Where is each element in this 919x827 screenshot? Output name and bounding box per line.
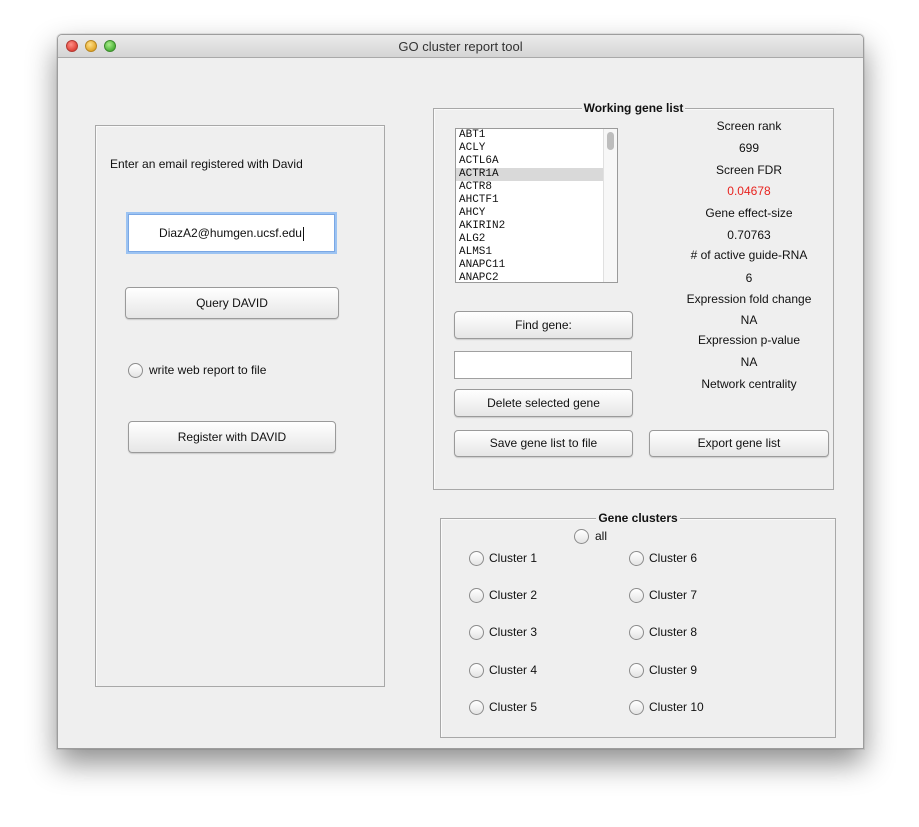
window-title: GO cluster report tool — [398, 39, 523, 54]
app-window: GO cluster report tool Enter an email re… — [57, 34, 864, 749]
gene-list-item[interactable]: ACTL6A — [456, 155, 617, 168]
guides-value: 6 — [745, 271, 753, 285]
cluster-label-10: Cluster 10 — [649, 700, 704, 714]
cluster-radio-5[interactable] — [469, 700, 484, 715]
fold-change-value: NA — [740, 313, 758, 327]
gene-list-item[interactable]: ACTR1A — [456, 168, 617, 181]
working-gene-list-title: Working gene list — [581, 101, 686, 115]
cluster-all-label: all — [595, 529, 608, 543]
gene-list-item[interactable]: ALMS1 — [456, 246, 617, 259]
cluster-label-4: Cluster 4 — [489, 663, 538, 677]
screen-fdr-label: Screen FDR — [715, 163, 783, 177]
centrality-label: Network centrality — [701, 377, 797, 391]
cluster-label-1: Cluster 1 — [489, 551, 538, 565]
screen-rank-value: 699 — [738, 141, 760, 155]
cluster-radio-3[interactable] — [469, 625, 484, 640]
gene-listbox[interactable]: ABT1 ACLY ACTL6A ACTR1A ACTR8 AHCTF1 AHCY AKIRI… — [455, 128, 618, 283]
gene-list-item[interactable]: AHCY — [456, 207, 617, 220]
find-gene-input[interactable] — [454, 351, 632, 379]
effect-size-value: 0.70763 — [727, 228, 771, 242]
effect-size-label: Gene effect-size — [705, 206, 793, 220]
cluster-radio-9[interactable] — [629, 663, 644, 678]
gene-list-item[interactable]: ANAPC11 — [456, 259, 617, 272]
save-gene-list-button[interactable]: Save gene list to file — [454, 430, 633, 457]
write-report-radio[interactable] — [128, 363, 143, 378]
register-david-button[interactable]: Register with DAVID — [128, 421, 336, 453]
email-value: DiazA2@humgen.ucsf.edu — [159, 226, 302, 240]
gene-list-item[interactable]: AHCTF1 — [456, 194, 617, 207]
pvalue-value: NA — [740, 355, 758, 369]
email-field[interactable]: DiazA2@humgen.ucsf.edu — [128, 214, 335, 252]
screen-fdr-value: 0.04678 — [727, 184, 771, 198]
gene-list-item[interactable]: AKIRIN2 — [456, 220, 617, 233]
cluster-label-7: Cluster 7 — [649, 588, 698, 602]
export-gene-list-button[interactable]: Export gene list — [649, 430, 829, 457]
cluster-radio-4[interactable] — [469, 663, 484, 678]
fold-change-label: Expression fold change — [686, 292, 812, 306]
screen-rank-label: Screen rank — [716, 119, 782, 133]
cluster-radio-7[interactable] — [629, 588, 644, 603]
cluster-all-radio[interactable] — [574, 529, 589, 544]
cluster-label-8: Cluster 8 — [649, 625, 698, 639]
guides-label: # of active guide-RNA — [690, 248, 808, 262]
gene-list-scrollbar[interactable] — [603, 129, 617, 282]
gene-list-item[interactable]: ALG2 — [456, 233, 617, 246]
title-bar: GO cluster report tool — [58, 35, 863, 58]
cluster-radio-6[interactable] — [629, 551, 644, 566]
find-gene-button[interactable]: Find gene: — [454, 311, 633, 339]
gene-list-item[interactable]: ACTR8 — [456, 181, 617, 194]
gene-list: ABT1 ACLY ACTL6A ACTR1A ACTR8 AHCTF1 AHCY AKIRI… — [456, 129, 617, 282]
cluster-label-2: Cluster 2 — [489, 588, 538, 602]
cluster-label-5: Cluster 5 — [489, 700, 538, 714]
gene-list-scroll-thumb[interactable] — [607, 132, 614, 150]
cluster-radio-1[interactable] — [469, 551, 484, 566]
gene-list-item[interactable]: ACLY — [456, 142, 617, 155]
cluster-radio-8[interactable] — [629, 625, 644, 640]
gene-list-item[interactable]: ANAPC2 — [456, 272, 617, 282]
pvalue-label: Expression p-value — [697, 333, 801, 347]
email-instruction: Enter an email registered with David — [110, 157, 303, 171]
cluster-radio-2[interactable] — [469, 588, 484, 603]
cluster-label-3: Cluster 3 — [489, 625, 538, 639]
email-panel — [95, 125, 385, 687]
gene-clusters-title: Gene clusters — [596, 511, 680, 525]
query-david-button[interactable]: Query DAVID — [125, 287, 339, 319]
cluster-label-6: Cluster 6 — [649, 551, 698, 565]
cluster-radio-10[interactable] — [629, 700, 644, 715]
delete-gene-button[interactable]: Delete selected gene — [454, 389, 633, 417]
gene-list-item[interactable]: ABT1 — [456, 129, 617, 142]
write-report-label: write web report to file — [149, 363, 267, 377]
cluster-label-9: Cluster 9 — [649, 663, 698, 677]
